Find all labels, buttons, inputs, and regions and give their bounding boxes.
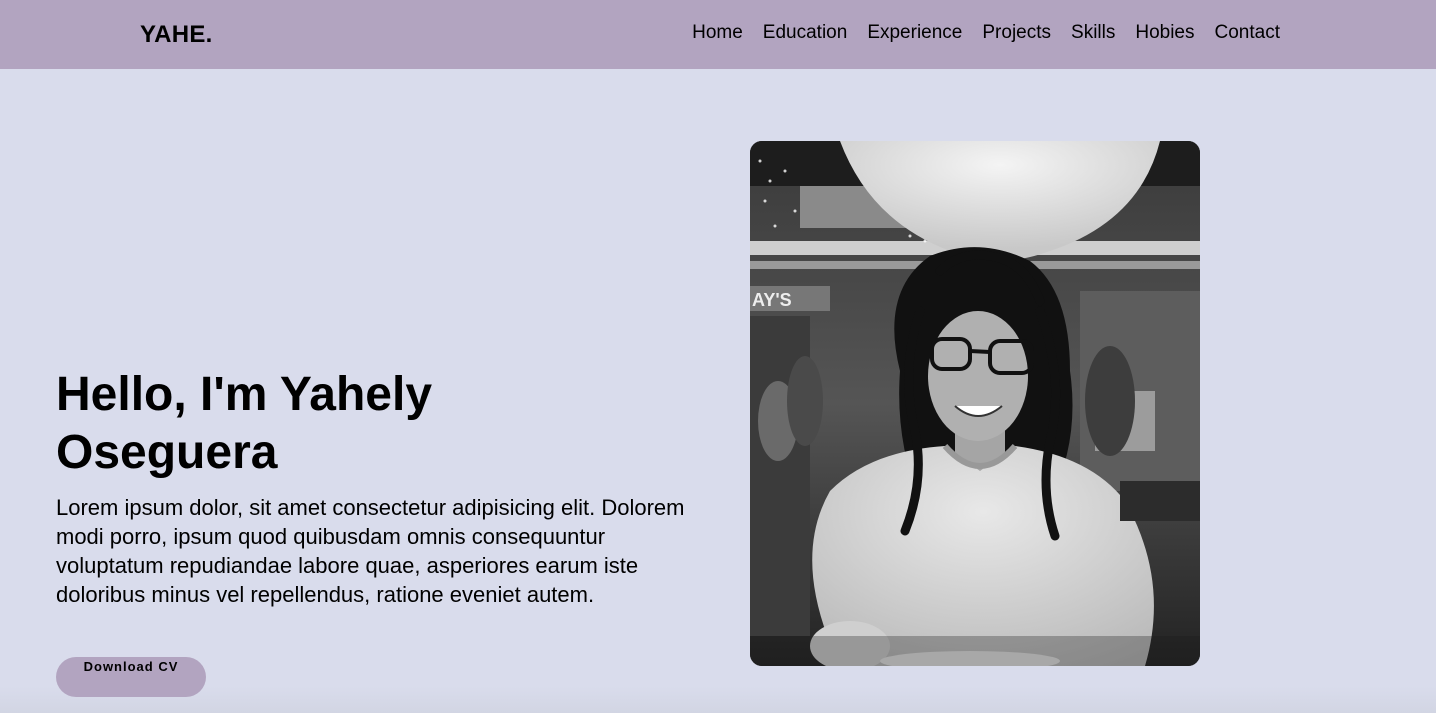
nav-link-skills[interactable]: Skills <box>1071 22 1115 43</box>
nav-link-hobies[interactable]: Hobies <box>1135 22 1194 43</box>
nav-link-education[interactable]: Education <box>763 22 848 43</box>
nav-link-home[interactable]: Home <box>692 22 743 43</box>
nav-item-contact: Contact <box>1215 22 1280 44</box>
nav-link-projects[interactable]: Projects <box>982 22 1051 43</box>
hero-title: Hello, I'm Yahely Oseguera <box>56 368 433 479</box>
nav-item-home: Home <box>692 22 743 44</box>
nav-link-experience[interactable]: Experience <box>867 22 962 43</box>
site-logo[interactable]: YAHE. <box>140 21 213 49</box>
nav-item-projects: Projects <box>982 22 1051 44</box>
navbar: YAHE. Home Education Experience Projects… <box>0 0 1436 69</box>
hero-description: Lorem ipsum dolor, sit amet consectetur … <box>56 495 685 607</box>
download-cv-button[interactable]: Download CV <box>56 657 206 697</box>
nav-item-education: Education <box>763 22 848 44</box>
download-cv-label: Download CV <box>83 659 179 674</box>
nav-item-experience: Experience <box>867 22 962 44</box>
profile-photo: AY'S <box>750 141 1200 666</box>
nav-menu: Home Education Experience Projects Skill… <box>692 22 1280 44</box>
nav-link-contact[interactable]: Contact <box>1215 22 1280 43</box>
nav-item-hobies: Hobies <box>1135 22 1194 44</box>
nav-item-skills: Skills <box>1071 22 1115 44</box>
profile-photo-illustration: AY'S <box>750 141 1200 666</box>
svg-text:AY'S: AY'S <box>752 290 792 310</box>
page-bottom-shade <box>0 686 1436 713</box>
